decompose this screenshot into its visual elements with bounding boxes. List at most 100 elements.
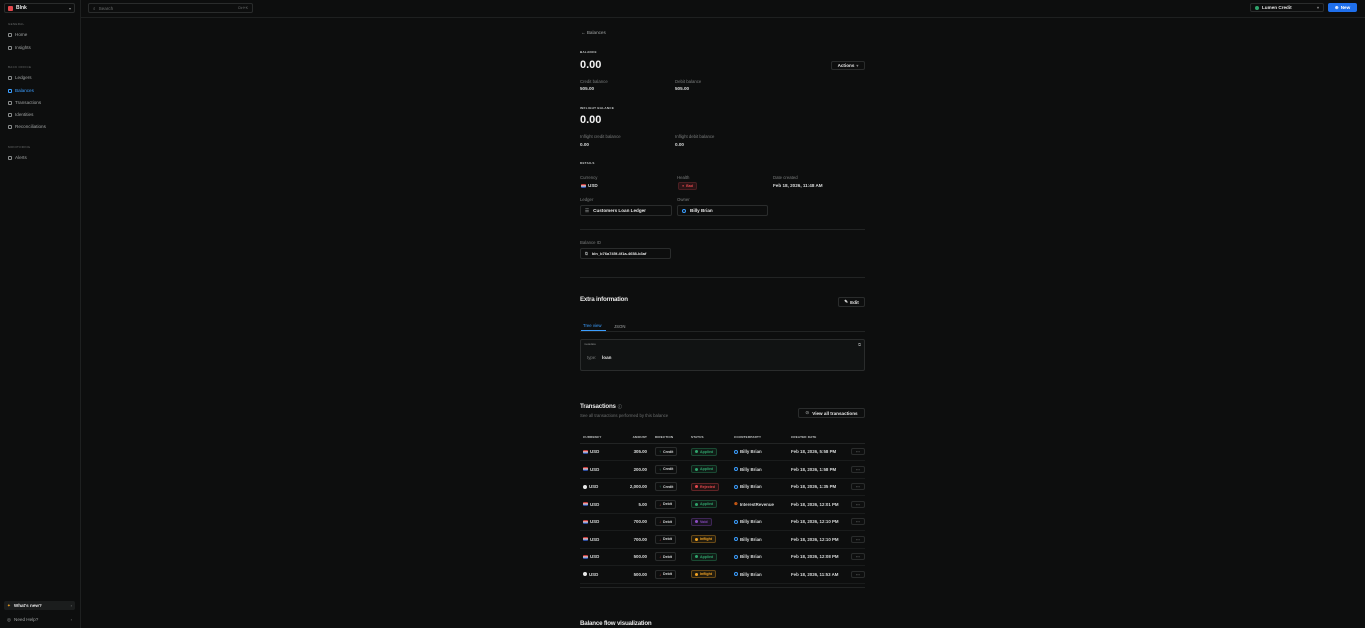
more-options-button[interactable]: ··· — [851, 570, 865, 578]
status-badge: Applied — [691, 465, 718, 474]
view-all-label: View all transactions — [812, 410, 858, 416]
more-options-button[interactable]: ··· — [851, 553, 865, 561]
owner-link[interactable]: Billy Brian — [677, 205, 768, 216]
row-actions-cell: ··· — [847, 443, 865, 461]
search-shortcut: Ctrl+K — [237, 6, 248, 10]
table-row[interactable]: USD 700.00 ↓ Debit Inflight Billy Brian Feb 18… — [580, 530, 865, 549]
direction-value: Debit — [663, 502, 672, 507]
status-value: Applied — [700, 449, 714, 454]
direction-value: Debit — [663, 519, 672, 524]
sidebar-item-transactions[interactable]: Transactions — [8, 100, 41, 105]
row-actions-cell: ··· — [847, 478, 865, 496]
status-cell: Applied — [691, 548, 734, 566]
status-badge: Inflight — [691, 535, 716, 544]
view-all-transactions-button[interactable]: ⊙ View all transactions — [798, 408, 865, 418]
status-cell: Applied — [691, 495, 734, 514]
actions-button[interactable]: Actions ▾ — [831, 61, 865, 70]
date-cell: Feb 18, 2026, 1:58 PM — [791, 460, 847, 479]
need-help-label: Need Help? — [14, 617, 39, 622]
more-options-button[interactable]: ··· — [851, 535, 865, 543]
direction-value: Debit — [663, 554, 672, 559]
identities-icon — [8, 112, 12, 117]
copy-icon: ⧉ — [585, 251, 588, 256]
details-section-title: DETAILS — [580, 161, 595, 165]
chevron-down-icon: ▾ — [68, 5, 71, 11]
table-row[interactable]: USD 500.00 ↓ Debit Applied Billy Brian Feb 18,… — [580, 548, 865, 566]
direction-value: Debit — [663, 572, 672, 577]
more-options-button[interactable]: ··· — [851, 500, 865, 508]
table-row[interactable]: USD 5.00 ↓ Debit Applied ⊛ InterestRevenue Feb … — [580, 495, 865, 514]
date-cell: Feb 18, 2026, 1:35 PM — [791, 478, 847, 496]
currency-value: USD — [590, 449, 600, 455]
table-header-row: CURRENCY AMOUNT DIRECTION STATUS COUNTER… — [580, 432, 865, 444]
need-help-button[interactable]: ◎ Need Help? › — [4, 615, 75, 624]
currency-flag-icon — [583, 467, 588, 472]
org-switcher[interactable]: Blnk ▾ — [4, 3, 75, 13]
row-actions-cell: ··· — [847, 460, 865, 479]
edit-button[interactable]: ✎ Edit — [838, 297, 865, 307]
ledger-link[interactable]: ☰ Customers Loan Ledger — [580, 205, 672, 216]
currency-flag-icon — [583, 554, 588, 559]
status-value: Rejected — [700, 484, 715, 489]
topbar: ⌕ Search Ctrl+K Lumen Credit ▾ ⊕ New — [81, 0, 1365, 18]
user-icon — [734, 572, 738, 577]
currency-flag-icon — [583, 572, 587, 577]
row-actions-cell: ··· — [847, 530, 865, 549]
sidebar-item-insights[interactable]: Insights — [8, 45, 31, 50]
direction-value: Credit — [663, 449, 674, 454]
more-options-button[interactable]: ··· — [851, 448, 865, 456]
sidebar-item-identities[interactable]: Identities — [8, 112, 33, 117]
environment-selector[interactable]: Lumen Credit ▾ — [1250, 3, 1324, 12]
us-flag-icon — [581, 183, 586, 188]
revenue-icon: ⊛ — [734, 501, 738, 507]
table-row[interactable]: USD 2,000.00 ↑ Credit Rejected Billy Brian Feb… — [580, 478, 865, 496]
more-options-button[interactable]: ··· — [851, 483, 865, 491]
app-root: Blnk ▾ GENERAL Home Insights BACK OFFICE… — [0, 0, 1365, 628]
table-row[interactable]: USD 305.00 ↑ Credit Applied Billy Brian Feb 18… — [580, 443, 865, 461]
search-input[interactable]: ⌕ Search Ctrl+K — [88, 3, 253, 13]
table-row[interactable]: USD 700.00 ↓ Debit Void Billy Brian Feb 18, 20… — [580, 513, 865, 531]
currency-cell: USD — [580, 478, 618, 496]
sidebar-item-balances[interactable]: Balances — [8, 88, 34, 93]
amount-cell: 200.00 — [618, 460, 655, 479]
credit-balance-value: 505.00 — [580, 86, 595, 91]
currency-flag-icon — [583, 519, 588, 524]
currency-flag-icon — [583, 449, 588, 454]
more-options-button[interactable]: ··· — [851, 518, 865, 526]
sidebar-item-home[interactable]: Home — [8, 32, 27, 37]
balance-amount: 0.00 — [580, 59, 602, 71]
table-row[interactable]: USD 200.00 ↑ Credit Applied Billy Brian Feb 18… — [580, 460, 865, 479]
counterparty-value: Billy Brian — [740, 484, 762, 490]
health-value: Bad — [686, 184, 693, 188]
table-row[interactable]: USD 500.00 ↓ Debit Inflight Billy Brian Feb 18… — [580, 565, 865, 584]
date-cell: Feb 18, 2026, 12:01 PM — [791, 495, 847, 514]
sidebar-item-label: Ledgers — [15, 75, 32, 80]
debit-balance-value: 505.00 — [675, 86, 690, 91]
amount-cell: 700.00 — [618, 513, 655, 531]
sidebar-item-ledgers[interactable]: Ledgers — [8, 75, 32, 80]
more-options-button[interactable]: ··· — [851, 465, 865, 473]
copy-icon[interactable]: ⧉ — [858, 342, 861, 347]
inflight-debit-label: Inflight debit balance — [675, 134, 715, 139]
status-dot-icon — [695, 520, 698, 524]
date-created-value: Feb 18, 2026, 11:48 AM — [773, 183, 823, 188]
whats-new-button[interactable]: ✦ What's new? › — [4, 601, 75, 610]
sidebar-item-alerts[interactable]: Alerts — [8, 155, 27, 160]
new-button-label: New — [1340, 5, 1351, 10]
sidebar-item-reconciliations[interactable]: Reconciliations — [8, 124, 46, 129]
counterparty-cell: Billy Brian — [734, 548, 791, 566]
nav-section-general: GENERAL — [8, 22, 25, 26]
counterparty-cell: Billy Brian — [734, 565, 791, 584]
counterparty-cell: Billy Brian — [734, 460, 791, 479]
tab-tree-view[interactable]: Tree view — [583, 323, 601, 328]
new-button[interactable]: ⊕ New — [1328, 3, 1357, 12]
breadcrumb[interactable]: ← Balances — [581, 30, 606, 35]
transactions-icon — [8, 100, 12, 105]
alert-icon — [8, 155, 12, 160]
sidebar-item-label: Insights — [15, 45, 31, 50]
tab-json[interactable]: JSON — [614, 324, 625, 329]
balance-id-copy[interactable]: ⧉ bln_b76a745f-4f1a-4658-b3af — [580, 248, 671, 259]
status-cell: Applied — [691, 443, 734, 461]
extra-info-title: Extra information — [580, 296, 628, 303]
status-badge: Inflight — [691, 570, 716, 579]
